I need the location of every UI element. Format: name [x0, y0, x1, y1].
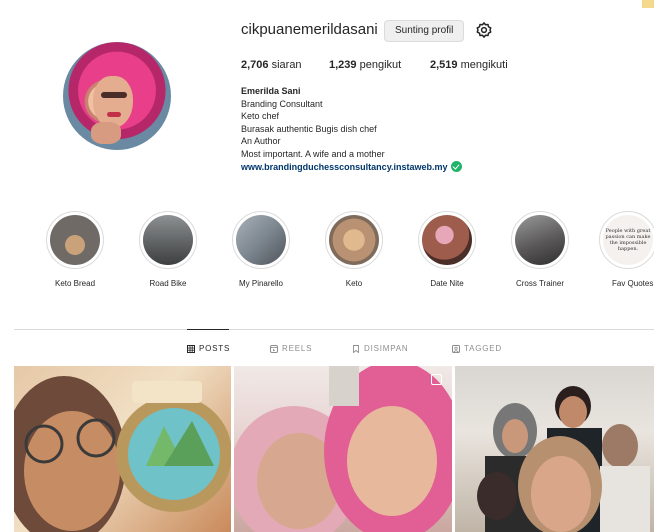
highlight-ring — [46, 211, 104, 269]
highlight-thumbnail — [422, 215, 472, 265]
bio-link-row: www.brandingduchessconsultancy.instaweb.… — [241, 161, 462, 174]
tab-reels[interactable]: REELS — [270, 344, 312, 353]
tabs-divider — [14, 329, 654, 330]
tab-label: POSTS — [199, 344, 231, 353]
avatar-hand — [91, 122, 121, 144]
highlight-date-nite[interactable]: Date Nite — [417, 211, 477, 288]
avatar-face — [93, 76, 133, 128]
posts-count[interactable]: 2,706 siaran — [241, 59, 329, 71]
highlight-ring — [232, 211, 290, 269]
highlight-thumbnail: People with great passion can make the i… — [603, 215, 653, 265]
tab-posts[interactable]: POSTS — [187, 344, 230, 353]
multiple-photos-icon — [431, 374, 442, 385]
followers-count-value: 1,239 — [329, 59, 357, 71]
highlight-ring — [511, 211, 569, 269]
following-count[interactable]: 2,519 mengikuti — [430, 59, 508, 71]
posts-count-value: 2,706 — [241, 59, 269, 71]
tab-label: DISIMPAN — [364, 344, 409, 353]
post-image — [14, 376, 231, 532]
bio-line: Keto chef — [241, 111, 280, 122]
avatar-lips — [107, 112, 121, 117]
bio-website-link[interactable]: www.brandingduchessconsultancy.instaweb.… — [241, 161, 448, 174]
following-count-value: 2,519 — [430, 59, 458, 71]
highlight-cross-trainer[interactable]: Cross Trainer — [510, 211, 570, 288]
bio-line: Branding Consultant — [241, 98, 323, 109]
highlight-thumbnail — [143, 215, 193, 265]
highlight-label: Fav Quotes — [612, 279, 654, 288]
highlight-thumbnail — [329, 215, 379, 265]
highlight-my-pinarello[interactable]: My Pinarello — [231, 211, 291, 288]
highlight-ring — [418, 211, 476, 269]
highlight-thumbnail — [50, 215, 100, 265]
highlight-label: Keto Bread — [54, 279, 96, 288]
highlight-keto[interactable]: Keto — [324, 211, 384, 288]
bio-line: Most important. A wife and a mother — [241, 148, 385, 159]
profile-bio: Emerilda Sani Branding Consultant Keto c… — [241, 85, 462, 173]
highlight-label: Cross Trainer — [515, 279, 564, 288]
highlight-fav-quotes[interactable]: People with great passion can make the i… — [596, 211, 654, 288]
highlight-label: Keto — [345, 279, 363, 288]
highlight-thumbnail — [515, 215, 565, 265]
post-thumbnail[interactable] — [14, 366, 231, 532]
quote-text: People with great passion can make the i… — [605, 228, 651, 252]
tagged-icon — [452, 344, 460, 353]
post-image — [477, 386, 650, 532]
highlight-ring — [139, 211, 197, 269]
highlight-label: Road Bike — [149, 279, 187, 288]
highlight-label: My Pinarello — [238, 279, 283, 288]
bio-line: An Author — [241, 136, 281, 147]
post-thumbnail[interactable] — [234, 366, 452, 532]
profile-stats: 2,706 siaran 1,239 pengikut 2,519 mengik… — [241, 59, 508, 71]
highlight-keto-bread[interactable]: Keto Bread — [45, 211, 105, 288]
bookmark-icon — [353, 344, 359, 353]
reels-icon — [270, 344, 278, 353]
verified-check-icon — [450, 161, 462, 173]
following-count-label: mengikuti — [460, 59, 508, 71]
tab-label: REELS — [282, 344, 313, 353]
tab-saved[interactable]: DISIMPAN — [352, 344, 408, 353]
post-image — [234, 366, 452, 532]
active-tab-indicator — [187, 329, 229, 330]
edit-profile-button[interactable]: Sunting profil — [384, 20, 465, 42]
posts-count-label: siaran — [271, 59, 302, 71]
corner-mark — [642, 0, 654, 8]
post-thumbnail[interactable] — [455, 366, 654, 532]
bio-line: Burasak authentic Bugis dish chef — [241, 123, 377, 134]
bio-name: Emerilda Sani — [241, 86, 301, 96]
highlight-road-bike[interactable]: Road Bike — [138, 211, 198, 288]
highlight-ring — [325, 211, 383, 269]
avatar-eyes — [101, 92, 127, 98]
highlight-label: Date Nite — [430, 279, 464, 288]
profile-username: cikpuanemerildasani — [241, 21, 378, 38]
tab-tagged[interactable]: TAGGED — [452, 344, 502, 353]
tab-label: TAGGED — [464, 344, 502, 353]
grid-icon — [187, 344, 195, 353]
settings-gear-icon[interactable] — [475, 21, 493, 39]
highlight-ring: People with great passion can make the i… — [599, 211, 654, 269]
followers-count-label: pengikut — [359, 59, 402, 71]
profile-avatar[interactable] — [63, 42, 171, 150]
highlight-thumbnail — [236, 215, 286, 265]
followers-count[interactable]: 1,239 pengikut — [329, 59, 430, 71]
